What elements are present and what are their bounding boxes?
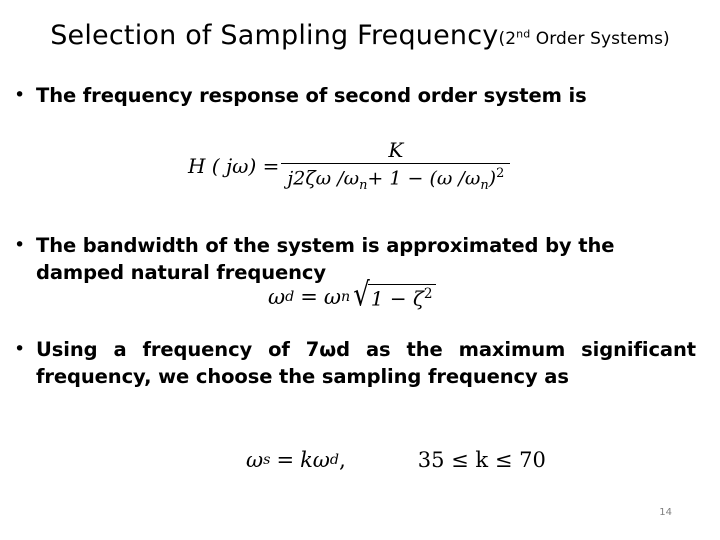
square-root-icon: √ 1 − ζ2 bbox=[353, 280, 437, 312]
equation-frequency-response: H ( jω) = K j2ζω /ωn+ 1 − (ω /ωn)2 bbox=[188, 138, 512, 194]
bullet-marker-icon: • bbox=[14, 338, 26, 360]
equation-2-rhs-omega: ω bbox=[323, 285, 341, 310]
equation-3-rhs-omega: ω bbox=[312, 448, 330, 472]
equation-1-numerator: K bbox=[388, 138, 404, 162]
page-number: 14 bbox=[659, 507, 672, 518]
equation-2-radicand: 1 − ζ2 bbox=[367, 284, 437, 311]
bullet-text-1: The frequency response of second order s… bbox=[36, 84, 587, 107]
page-title: Selection of Sampling Frequency(2nd Orde… bbox=[0, 20, 720, 51]
equation-3-rhs-sub: d bbox=[329, 452, 340, 468]
bullet-marker-icon: • bbox=[14, 234, 26, 256]
equation-2-equals: = bbox=[300, 285, 318, 310]
page-title-main: Selection of Sampling Frequency bbox=[50, 20, 499, 51]
equation-1-fraction: K j2ζω /ωn+ 1 − (ω /ωn)2 bbox=[281, 138, 511, 194]
equation-3-k: k bbox=[300, 448, 313, 472]
bullet-item-3: • Using a frequency of 7ωd as the maximu… bbox=[14, 336, 704, 390]
page-title-subtitle: (2nd Order Systems) bbox=[498, 27, 670, 49]
equation-1-denominator: j2ζω /ωn+ 1 − (ω /ωn)2 bbox=[287, 166, 505, 194]
equation-3-comma: , bbox=[339, 448, 346, 472]
equation-2-lhs-omega: ω bbox=[268, 285, 286, 310]
equation-3-lhs-omega: ω bbox=[246, 448, 264, 472]
equation-3-lhs-sub: s bbox=[263, 452, 271, 468]
bullet-item-1: • The frequency response of second order… bbox=[14, 82, 704, 109]
equation-2-lhs-sub: d bbox=[285, 289, 295, 306]
bullet-marker-icon: • bbox=[14, 84, 26, 106]
equation-2-rhs-sub: n bbox=[341, 289, 351, 306]
equation-3-equals: = bbox=[276, 448, 295, 472]
equation-sampling-frequency: ωs = kωd, 35 ≤ k ≤ 70 bbox=[246, 448, 546, 472]
equation-1-lhs: H ( jω) = bbox=[188, 153, 280, 178]
ordinal-suffix: nd bbox=[516, 27, 531, 41]
bullet-text-3: Using a frequency of 7ωd as the maximum … bbox=[36, 338, 696, 388]
equation-damped-natural-frequency: ωd = ωn √ 1 − ζ2 bbox=[268, 280, 437, 312]
equation-3-range: 35 ≤ k ≤ 70 bbox=[417, 448, 546, 472]
